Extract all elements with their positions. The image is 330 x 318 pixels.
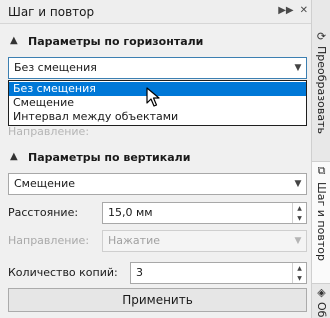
direction-label: Направление:	[8, 234, 90, 247]
expand-arrows-icon[interactable]: ▶▶	[278, 5, 293, 17]
docker-header: Шаг и повтор ▶▶ ✕	[0, 0, 311, 24]
tab-step-and-repeat-label: Шаг и повтор	[315, 182, 328, 261]
step-repeat-icon: ⧉	[317, 163, 326, 177]
copies-spinner: ▲ ▼	[292, 263, 306, 283]
collapse-caret-icon[interactable]: ▲	[10, 35, 22, 46]
distance-label: Расстояние:	[8, 206, 79, 219]
direction-value: Нажатие	[108, 234, 160, 247]
chevron-down-icon[interactable]: ▼	[290, 58, 306, 78]
tab-objects[interactable]: ◈ Об	[312, 284, 330, 318]
horizontal-direction-label: Направление:	[8, 125, 90, 138]
vertical-section-header[interactable]: ▲ Параметры по вертикали	[10, 149, 190, 165]
docker-tab-strip: ⟳ Преобразовать ⧉ Шаг и повтор ◈ Об	[311, 0, 330, 318]
tab-transform[interactable]: ⟳ Преобразовать	[312, 28, 330, 162]
horizontal-section-label: Параметры по горизонтали	[28, 34, 204, 48]
vertical-mode-combo[interactable]: Смещение ▼	[8, 173, 307, 195]
chevron-down-icon[interactable]: ▼	[290, 174, 306, 194]
copies-value: 3	[136, 266, 143, 279]
object-icon: ◈	[317, 286, 326, 299]
close-icon[interactable]: ✕	[300, 5, 308, 17]
copies-label: Количество копий:	[8, 266, 118, 279]
transform-icon: ⟳	[316, 30, 327, 43]
step-and-repeat-docker: Шаг и повтор ▶▶ ✕ ▲ Параметры по горизон…	[0, 0, 311, 318]
spin-down-icon[interactable]: ▼	[293, 213, 306, 223]
vertical-section-label: Параметры по вертикали	[28, 150, 191, 164]
horizontal-mode-combo[interactable]: Без смещения ▼	[8, 57, 307, 79]
apply-button[interactable]: Применить	[8, 288, 307, 312]
spin-down-icon[interactable]: ▼	[293, 273, 306, 283]
collapse-caret-icon[interactable]: ▲	[10, 151, 22, 162]
chevron-down-icon: ▼	[294, 236, 302, 246]
distance-input[interactable]: 15,0 мм ▲ ▼	[102, 202, 307, 224]
horizontal-mode-value: Без смещения	[14, 61, 97, 74]
tab-transform-label: Преобразовать	[315, 46, 328, 134]
direction-combo: Нажатие ▼	[102, 230, 307, 252]
spin-up-icon[interactable]: ▲	[293, 203, 306, 213]
tab-objects-label: Об	[315, 302, 328, 318]
docker-header-icons: ▶▶ ✕	[278, 5, 308, 17]
dropdown-option-spacing[interactable]: Интервал между объектами	[9, 110, 306, 124]
mouse-cursor-icon	[146, 87, 160, 107]
spin-up-icon[interactable]: ▲	[293, 263, 306, 273]
docker-title: Шаг и повтор	[8, 5, 95, 19]
horizontal-section-header[interactable]: ▲ Параметры по горизонтали	[10, 33, 203, 49]
distance-value: 15,0 мм	[108, 206, 153, 219]
copies-input[interactable]: 3 ▲ ▼	[130, 262, 307, 284]
distance-spinner: ▲ ▼	[292, 203, 306, 223]
tab-step-and-repeat[interactable]: ⧉ Шаг и повтор	[312, 162, 330, 284]
vertical-mode-value: Смещение	[14, 177, 75, 190]
